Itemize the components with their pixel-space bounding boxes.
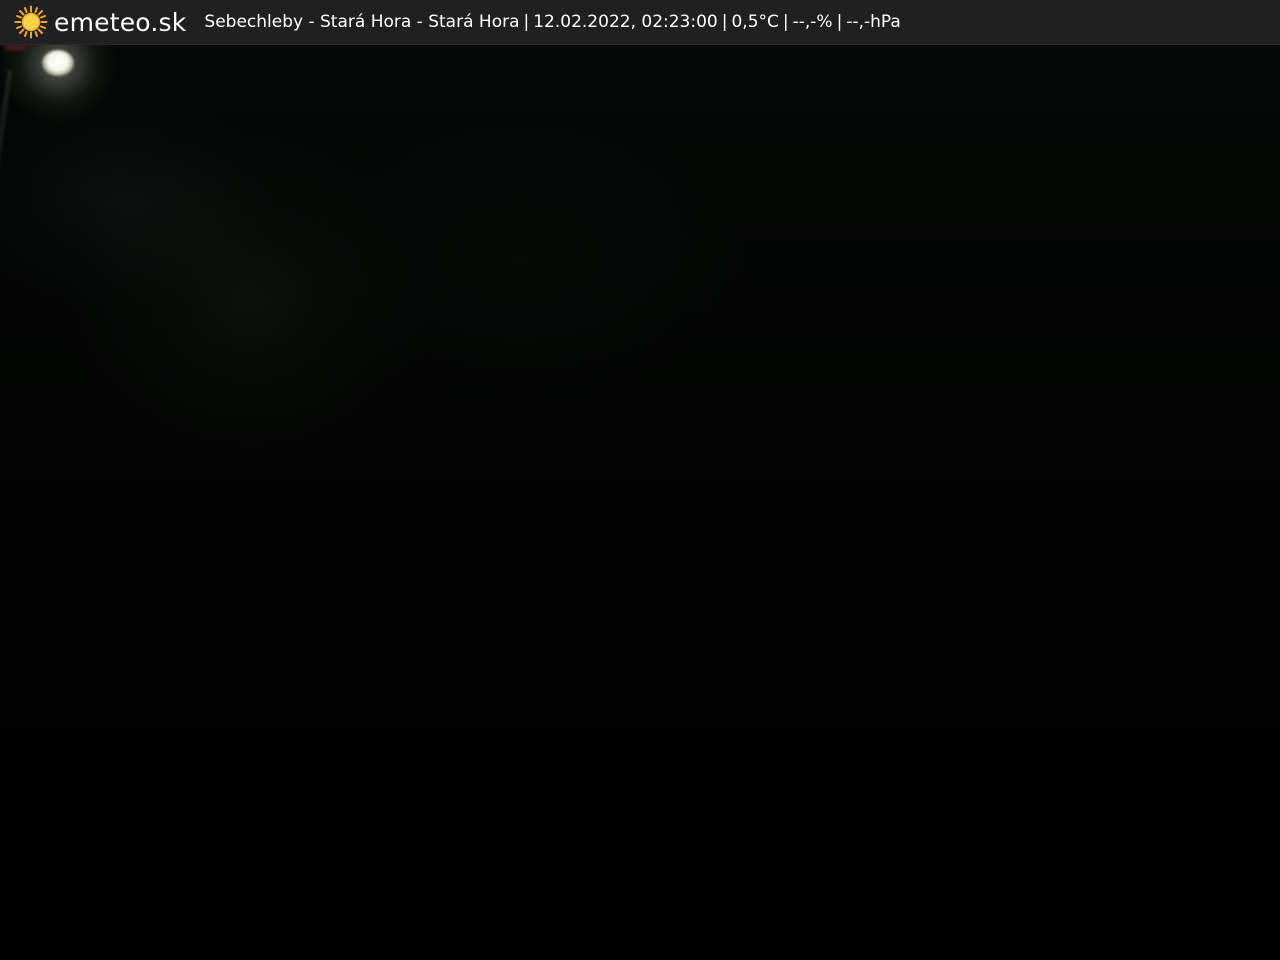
temperature-text: 0,5°C (731, 12, 779, 32)
brand-logo: emeteo.sk (14, 5, 204, 39)
street-lamp-light (42, 50, 74, 76)
webcam-frame: emeteo.sk Sebechleby - Stará Hora - Star… (0, 0, 1280, 960)
datetime-text: 12.02.2022, 02:23:00 (533, 12, 718, 32)
humidity-text: --,-% (792, 12, 833, 32)
separator: | (721, 12, 728, 32)
separator: | (836, 12, 843, 32)
sun-icon (14, 5, 48, 39)
brand-name: emeteo.sk (54, 7, 187, 37)
separator: | (523, 12, 530, 32)
separator: | (782, 12, 789, 32)
location-text: Sebechleby - Stará Hora - Stará Hora (204, 12, 520, 32)
pressure-text: --,-hPa (846, 12, 901, 32)
info-overlay-bar: emeteo.sk Sebechleby - Stará Hora - Star… (0, 0, 1280, 45)
station-info: Sebechleby - Stará Hora - Stará Hora | 12.… (204, 12, 900, 32)
night-scene-image (0, 0, 1280, 960)
